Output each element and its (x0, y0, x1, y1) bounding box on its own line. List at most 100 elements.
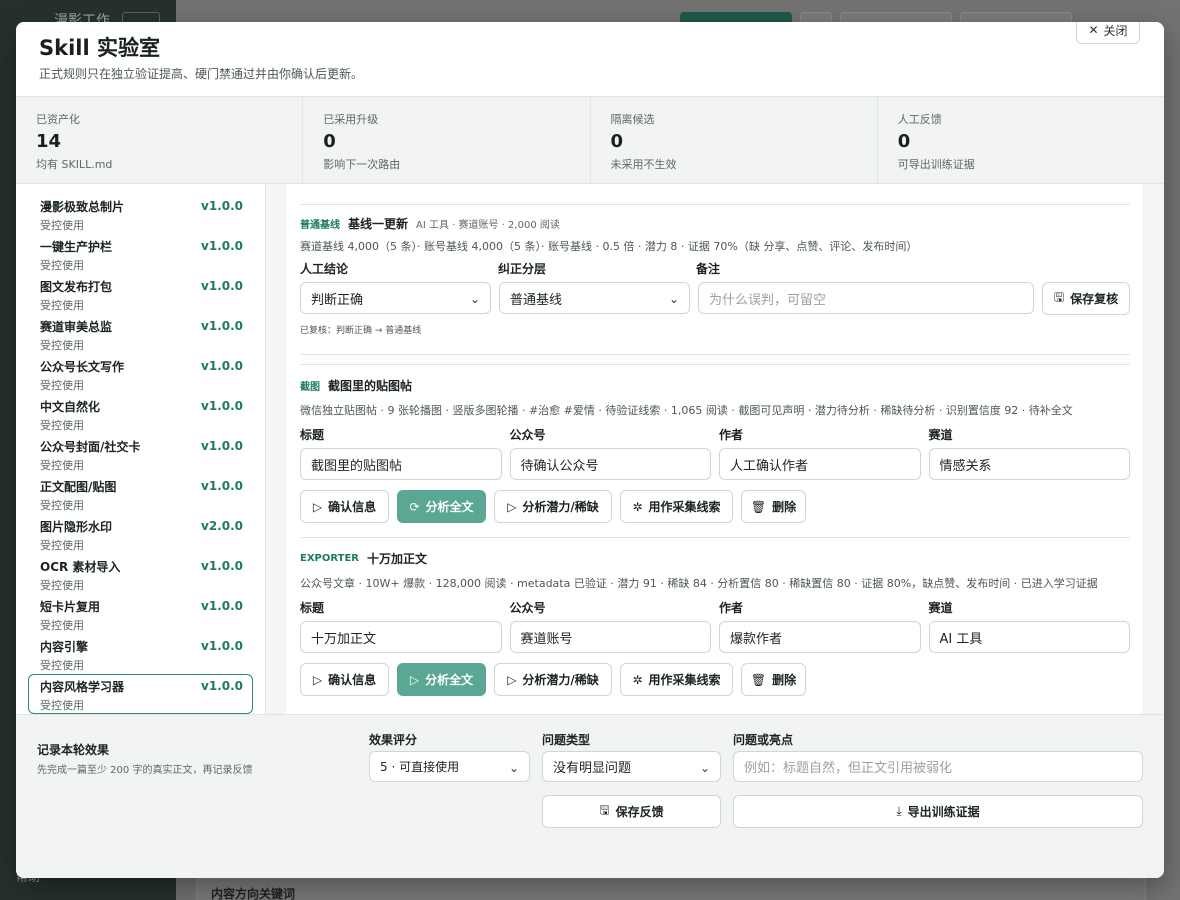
baseline-title: 基线一更新 (348, 217, 409, 231)
stat-label: 已采用升级 (323, 113, 379, 126)
content-panel: 普通基线 基线一更新 AI 工具 · 赛道账号 · 2,000 阅读 赛道基线 … (286, 184, 1142, 714)
skill-version: v2.0.0 (201, 519, 243, 533)
field-label: 作者 (719, 601, 744, 615)
close-button[interactable]: ✕ 关闭 (1076, 22, 1140, 44)
analyze-potential-label: 分析潜力/稀缺 (522, 673, 599, 687)
skill-version: v1.0.0 (201, 199, 243, 213)
issue-select[interactable]: 没有明显问题 ⌄ (542, 751, 721, 782)
play-icon: ▷ (507, 499, 517, 514)
export-evidence-label: 导出训练证据 (907, 805, 980, 819)
close-label: 关闭 (1103, 23, 1128, 38)
title-input[interactable]: 截图里的贴图帖 (300, 448, 502, 480)
divider (300, 364, 1130, 365)
track-input[interactable]: AI 工具 (928, 621, 1130, 653)
skill-item[interactable]: 短卡片复用 v1.0.0 受控使用 (28, 594, 253, 634)
skill-item[interactable]: 中文自然化 v1.0.0 受控使用 (28, 394, 253, 434)
chevron-down-icon: ⌄ (508, 761, 519, 775)
stat-note: 影响下一次路由 (323, 158, 401, 171)
field-label: 标题 (300, 428, 325, 442)
article-title: 十万加正文 (366, 552, 427, 566)
stat-note: 可导出训练证据 (897, 158, 975, 171)
delete-label: 删除 (772, 673, 797, 687)
account-input[interactable]: 待确认公众号 (509, 448, 711, 480)
skill-version: v1.0.0 (201, 359, 243, 373)
skill-list: 漫影极致总制片 v1.0.0 受控使用 一键生产护栏 v1.0.0 受控使用 图… (16, 184, 266, 714)
score-label: 效果评分 (369, 733, 418, 747)
play-icon: ▷ (409, 672, 420, 687)
export-evidence-button[interactable]: ⤓ 导出训练证据 (733, 795, 1143, 828)
play-icon: ▷ (312, 672, 323, 687)
stat-label: 隔离候选 (610, 113, 655, 126)
collect-clue-button[interactable]: ✲ 用作采集线索 (620, 663, 733, 696)
field-label: 标题 (300, 601, 325, 615)
stat-value: 0 (897, 131, 911, 152)
analyze-full-button[interactable]: ⟳ 分析全文 (397, 490, 486, 523)
layer-select[interactable]: 普通基线 ⌄ (499, 282, 690, 314)
article-tag: 截图 (300, 382, 320, 393)
track-input[interactable]: 情感关系 (928, 448, 1130, 480)
account-input[interactable]: 赛道账号 (509, 621, 711, 653)
confirm-info-label: 确认信息 (328, 500, 377, 514)
skill-item-selected[interactable]: 内容风格学习器 v1.0.0 受控使用 (28, 674, 253, 714)
stat-card: 隔离候选 0 未采用不生效 (591, 97, 878, 183)
skill-status: 受控使用 (40, 579, 84, 592)
refresh-icon: ⟳ (409, 499, 420, 514)
modal-title: Skill 实验室 (39, 36, 160, 60)
collect-clue-label: 用作采集线索 (648, 673, 721, 687)
title-input[interactable]: 十万加正文 (300, 621, 502, 653)
collect-clue-button[interactable]: ✲ 用作采集线索 (620, 490, 733, 523)
skill-item[interactable]: 正文配图/贴图 v1.0.0 受控使用 (28, 474, 253, 514)
analyze-full-label: 分析全文 (425, 500, 474, 514)
skill-item[interactable]: 一键生产护栏 v1.0.0 受控使用 (28, 234, 253, 274)
issue-label: 问题类型 (542, 733, 591, 747)
skill-item[interactable]: 内容引擎 v1.0.0 受控使用 (28, 634, 253, 674)
layer-label: 纠正分层 (498, 262, 547, 276)
article-card: EXPORTER 十万加正文 公众号文章 · 10W+ 爆款 · 128,000… (300, 550, 1130, 696)
skill-item[interactable]: 图片隐形水印 v2.0.0 受控使用 (28, 514, 253, 554)
save-review-button[interactable]: 🖫 保存复核 (1042, 282, 1130, 315)
delete-button[interactable]: 🗑 删除 (741, 490, 806, 523)
article-tag: EXPORTER (300, 553, 359, 564)
note-input[interactable]: 为什么误判，可留空 (698, 282, 1034, 314)
skill-lab-modal: Skill 实验室 正式规则只在独立验证提高、硬门禁通过并由你确认后更新。 ✕ … (16, 22, 1164, 878)
delete-button[interactable]: 🗑 删除 (741, 663, 806, 696)
analyze-full-button[interactable]: ▷ 分析全文 (397, 663, 486, 696)
save-icon: 🖫 (1053, 290, 1065, 304)
highlight-input[interactable]: 例如：标题自然，但正文引用被弱化 (733, 751, 1143, 782)
skill-version: v1.0.0 (201, 239, 243, 253)
skill-status: 受控使用 (40, 219, 84, 232)
confirm-info-button[interactable]: ▷ 确认信息 (300, 490, 389, 523)
skill-status: 受控使用 (40, 339, 84, 352)
conclusion-select[interactable]: 判断正确 ⌄ (300, 282, 491, 314)
author-input[interactable]: 爆款作者 (719, 621, 921, 653)
skill-version: v1.0.0 (201, 559, 243, 573)
stat-value: 0 (323, 131, 336, 152)
analyze-potential-button[interactable]: ▷ 分析潜力/稀缺 (494, 663, 612, 696)
save-feedback-label: 保存反馈 (615, 805, 664, 819)
skill-status: 受控使用 (40, 659, 84, 672)
stat-value: 0 (610, 131, 624, 152)
author-input[interactable]: 人工确认作者 (719, 448, 921, 480)
stat-value: 14 (36, 131, 62, 152)
skill-version: v1.0.0 (201, 679, 243, 693)
skill-item[interactable]: 图文发布打包 v1.0.0 受控使用 (28, 274, 253, 314)
analyze-potential-button[interactable]: ▷ 分析潜力/稀缺 (494, 490, 612, 523)
modal-subtitle: 正式规则只在独立验证提高、硬门禁通过并由你确认后更新。 (39, 67, 364, 81)
article-card: 截图 截图里的贴图帖 微信独立贴图帖 · 9 张轮播图 · 竖版多图轮播 · #… (300, 377, 1130, 523)
score-select[interactable]: 5 · 可直接使用 ⌄ (369, 751, 530, 782)
skill-status: 受控使用 (40, 259, 84, 272)
play-icon: ▷ (312, 499, 323, 514)
trash-icon: 🗑 (750, 499, 767, 514)
skill-item[interactable]: 赛道审美总监 v1.0.0 受控使用 (28, 314, 253, 354)
skill-item[interactable]: 公众号长文写作 v1.0.0 受控使用 (28, 354, 253, 394)
skill-item[interactable]: 漫影极致总制片 v1.0.0 受控使用 (28, 194, 253, 234)
skill-item[interactable]: 公众号封面/社交卡 v1.0.0 受控使用 (28, 434, 253, 474)
background-bottom-label: 内容方向关键词 (211, 887, 296, 900)
save-feedback-button[interactable]: 🖫 保存反馈 (542, 795, 721, 828)
download-icon: ⤓ (896, 804, 902, 818)
skill-version: v1.0.0 (201, 319, 243, 333)
article-desc: 微信独立贴图帖 · 9 张轮播图 · 竖版多图轮播 · #治愈 #爱情 · 待验… (300, 404, 1073, 417)
skill-item[interactable]: OCR 素材导入 v1.0.0 受控使用 (28, 554, 253, 594)
stat-note: 未采用不生效 (610, 158, 677, 171)
confirm-info-button[interactable]: ▷ 确认信息 (300, 663, 389, 696)
